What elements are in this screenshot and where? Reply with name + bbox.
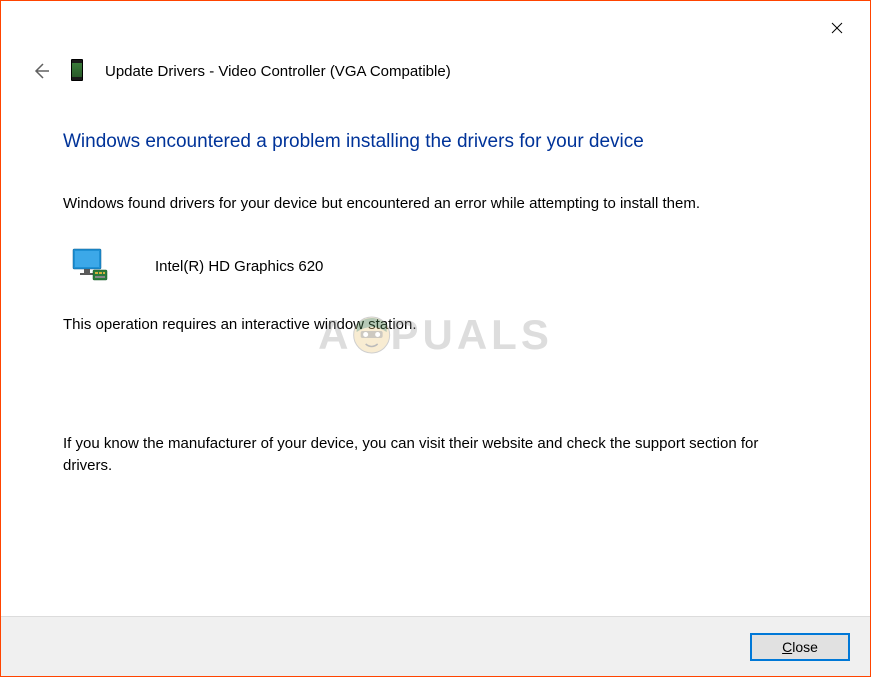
help-text: If you know the manufacturer of your dev…	[63, 433, 803, 477]
dialog-header: Update Drivers - Video Controller (VGA C…	[1, 1, 870, 83]
graphics-device-icon	[71, 246, 111, 286]
dialog-title: Update Drivers - Video Controller (VGA C…	[105, 63, 451, 80]
device-row: Intel(R) HD Graphics 620	[71, 246, 808, 286]
back-button[interactable]	[29, 59, 53, 83]
device-header-icon	[71, 59, 87, 83]
dialog-footer: Close	[1, 616, 870, 676]
found-drivers-text: Windows found drivers for your device bu…	[63, 193, 808, 214]
dialog-content: Windows encountered a problem installing…	[1, 83, 870, 477]
window-close-button[interactable]	[822, 13, 852, 43]
back-arrow-icon	[31, 61, 51, 81]
device-name-label: Intel(R) HD Graphics 620	[155, 258, 323, 275]
error-message-text: This operation requires an interactive w…	[63, 316, 808, 333]
close-button[interactable]: Close	[750, 633, 850, 661]
error-heading: Windows encountered a problem installing…	[63, 131, 808, 153]
close-icon	[831, 22, 843, 34]
update-drivers-dialog: Update Drivers - Video Controller (VGA C…	[1, 1, 870, 676]
